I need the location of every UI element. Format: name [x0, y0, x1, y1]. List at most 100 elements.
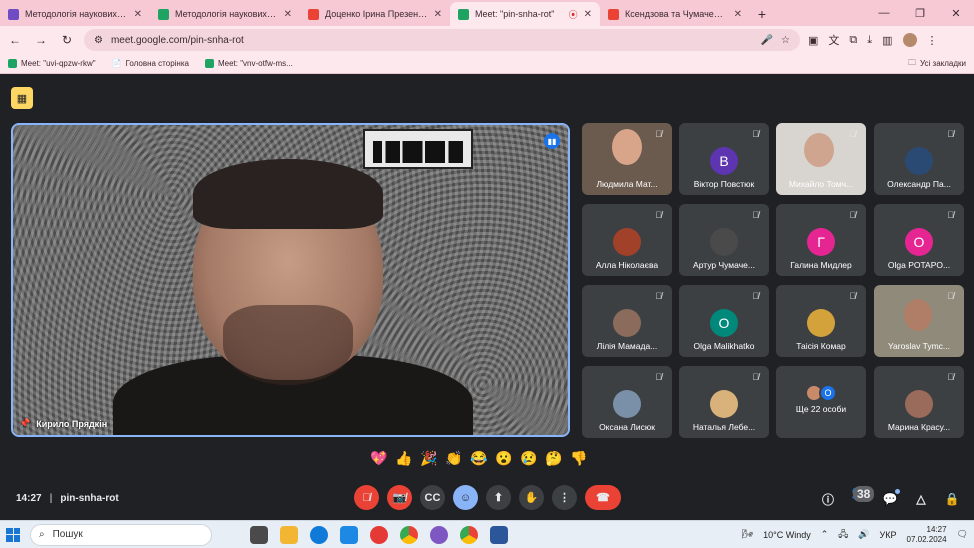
pin-icon[interactable]: 📌: [19, 418, 30, 429]
bookmark-item[interactable]: 📄 Головна сторінка: [112, 59, 189, 68]
close-icon[interactable]: ✕: [284, 9, 292, 20]
mic-off-icon: 🎙̸: [947, 291, 954, 301]
word-icon[interactable]: [490, 525, 508, 544]
participant-name: Лілія Мамада...: [596, 341, 658, 351]
info-icon[interactable]: ⓘ: [820, 491, 836, 508]
close-icon[interactable]: ✕: [434, 9, 442, 20]
taskbar-apps: [250, 525, 508, 544]
site-info-icon[interactable]: ⚙: [94, 35, 103, 46]
bookmark-item[interactable]: Meet: "uvi-qpzw-rkw": [8, 59, 96, 68]
chrome-profile-icon[interactable]: [460, 525, 478, 544]
participant-tile[interactable]: 🎙̸ Г Галина Мидлер: [776, 204, 866, 276]
participant-tile[interactable]: 🎙̸ Наталья Лебе...: [679, 366, 769, 438]
participant-tile[interactable]: 🎙̸ Оксана Лисюк: [582, 366, 672, 438]
more-participants-tile[interactable]: O Ще 22 особи: [776, 366, 866, 438]
windows-start-icon[interactable]: [6, 527, 20, 542]
participant-tile[interactable]: 🎙̸ Таісія Комар: [776, 285, 866, 357]
reaction-party[interactable]: 🎉: [420, 450, 437, 467]
participant-tile[interactable]: 🎙̸ Артур Чумаче...: [679, 204, 769, 276]
browser-toolbar: ← → ↻ ⚙ meet.google.com/pin-snha-rot 🎤 ☆…: [0, 26, 974, 54]
edge-icon[interactable]: [310, 525, 328, 544]
back-icon[interactable]: ←: [6, 33, 24, 47]
reaction-thinking[interactable]: 🤔: [545, 450, 562, 467]
participant-tile[interactable]: 🎙̸ Людмила Мат...: [582, 123, 672, 195]
maximize-button[interactable]: ❐: [902, 7, 938, 20]
chrome-icon[interactable]: [400, 525, 418, 544]
reaction-thumbs-up[interactable]: 👍: [395, 450, 412, 467]
meeting-info: 14:27 | pin-snha-rot: [16, 493, 216, 504]
menu-icon[interactable]: ⋮: [927, 34, 938, 47]
mic-icon[interactable]: 🎤: [761, 35, 773, 46]
notifications-icon[interactable]: 🗨: [957, 529, 968, 540]
reaction-clap[interactable]: 👏: [445, 450, 462, 467]
leave-call-button[interactable]: ☎: [585, 485, 621, 510]
participant-tile[interactable]: 🎙̸ О Olga POTAPO...: [874, 204, 964, 276]
browser-tab-meet[interactable]: Meet: "pin-snha-rot" ⦿ ✕: [450, 2, 600, 26]
chat-icon[interactable]: 💬: [882, 489, 900, 506]
people-icon[interactable]: 👥38: [851, 485, 875, 513]
captions-off-icon[interactable]: ▦: [11, 87, 33, 109]
address-bar[interactable]: ⚙ meet.google.com/pin-snha-rot 🎤 ☆: [84, 29, 800, 51]
participant-tile[interactable]: 🎙̸ Лілія Мамада...: [582, 285, 672, 357]
url-text[interactable]: meet.google.com/pin-snha-rot: [111, 35, 753, 46]
participant-tile[interactable]: 🎙̸ Михайло Томч...: [776, 123, 866, 195]
new-tab-button[interactable]: +: [750, 6, 774, 26]
reactions-button[interactable]: ☺: [453, 485, 478, 510]
reaction-heart[interactable]: 💖: [370, 450, 387, 467]
weather-text[interactable]: 10°C Windy: [763, 530, 811, 540]
more-options-button[interactable]: ⋮: [552, 485, 577, 510]
clock[interactable]: 14:27 07.02.2024: [907, 525, 947, 545]
sidepanel-icon[interactable]: ▥: [882, 34, 892, 47]
extensions-puzzle-icon[interactable]: ⧉: [849, 34, 857, 47]
task-view-icon[interactable]: [250, 525, 268, 544]
host-controls-icon[interactable]: 🔒: [944, 492, 960, 506]
participant-name: Олександр Па...: [887, 179, 951, 189]
browser-tab-1[interactable]: Методологія наукових досліджень ✕: [0, 2, 150, 26]
captions-button[interactable]: CC: [420, 485, 445, 510]
network-icon[interactable]: 🖧: [838, 527, 848, 543]
browser-tab-5[interactable]: Ксендзова та Чумаченко презе... ✕: [600, 2, 750, 26]
mail-icon[interactable]: [340, 525, 358, 544]
participant-tile[interactable]: 🎙̸ Yaroslav Tymc...: [874, 285, 964, 357]
participant-tile[interactable]: 🎙̸ Марина Красу...: [874, 366, 964, 438]
participant-tile[interactable]: 🎙̸ Алла Ніколаєва: [582, 204, 672, 276]
mic-off-button[interactable]: 🎙̸: [354, 485, 379, 510]
opera-icon[interactable]: [370, 525, 388, 544]
reaction-thumbs-down[interactable]: 👎: [570, 450, 587, 467]
activities-icon[interactable]: △: [913, 492, 929, 506]
reaction-sad[interactable]: 😢: [520, 450, 537, 467]
meet-icon: [204, 59, 214, 68]
extension-icon[interactable]: ▣: [808, 34, 818, 47]
all-bookmarks[interactable]: 🗀 Усі закладки: [908, 57, 966, 71]
close-icon[interactable]: ✕: [134, 9, 142, 20]
reaction-surprised[interactable]: 😮: [495, 450, 512, 467]
reaction-laugh[interactable]: 😂: [470, 450, 487, 467]
taskbar-search[interactable]: ⌕ Пошук: [30, 523, 212, 546]
browser-tab-3[interactable]: Доценко Ірина Презентація - ... ✕: [300, 2, 450, 26]
browser-tab-2[interactable]: Методологія наукових досліджень ✕: [150, 2, 300, 26]
raise-hand-button[interactable]: ✋: [519, 485, 544, 510]
reload-icon[interactable]: ↻: [58, 33, 76, 47]
language-indicator[interactable]: УКР: [880, 530, 897, 540]
forward-icon[interactable]: →: [32, 33, 50, 47]
participant-tile[interactable]: 🎙̸ O Olga Malikhatko: [679, 285, 769, 357]
translate-icon[interactable]: 文: [828, 32, 839, 48]
profile-avatar[interactable]: [902, 33, 917, 47]
close-icon[interactable]: ✕: [584, 9, 592, 20]
close-window-button[interactable]: ✕: [938, 7, 974, 20]
minimize-button[interactable]: —: [866, 7, 902, 19]
viber-icon[interactable]: [430, 525, 448, 544]
star-icon[interactable]: ☆: [781, 35, 790, 46]
avatar: O: [819, 384, 837, 402]
main-speaker-tile[interactable]: ▮▮ 📌 Кирило Прядкін: [11, 123, 570, 437]
bookmark-item[interactable]: Meet: "vnv-otfw-ms...: [204, 59, 293, 68]
camera-off-button[interactable]: 📷̸: [387, 485, 412, 510]
participant-tile[interactable]: 🎙̸ Олександр Па...: [874, 123, 964, 195]
close-icon[interactable]: ✕: [734, 9, 742, 20]
participant-tile[interactable]: 🎙̸ В Віктор Повстюк: [679, 123, 769, 195]
file-explorer-icon[interactable]: [280, 525, 298, 544]
present-button[interactable]: ⬆: [486, 485, 511, 510]
download-icon[interactable]: ⤓: [867, 34, 872, 47]
volume-icon[interactable]: 🔊: [858, 529, 869, 540]
tray-expand-icon[interactable]: ⌃: [821, 529, 829, 540]
